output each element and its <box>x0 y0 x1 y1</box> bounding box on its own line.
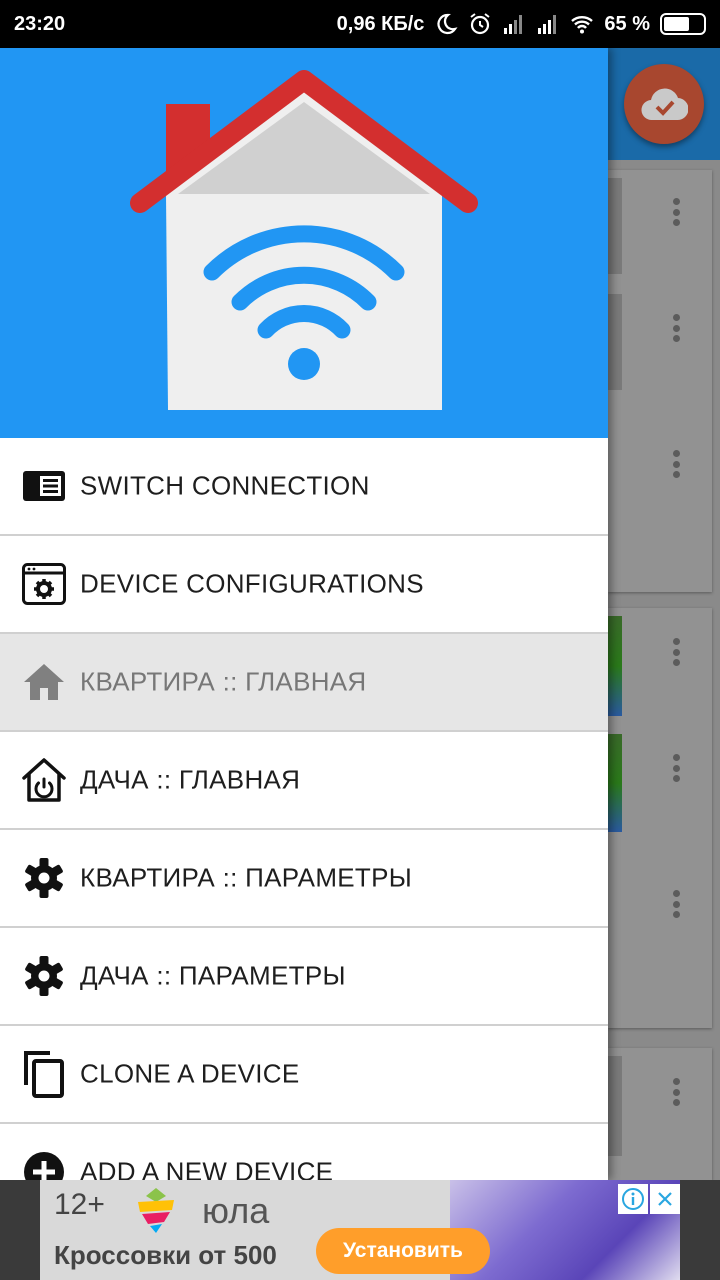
menu-item-switch-connection[interactable]: SWITCH CONNECTION <box>0 438 608 536</box>
ad-install-button[interactable]: Установить <box>316 1228 490 1274</box>
signal-icon-1 <box>504 15 523 34</box>
ad-banner[interactable]: 12+ юла Кроссовки от 500 Установить <box>40 1180 680 1280</box>
bg-card <box>608 170 712 592</box>
menu-item-apartment-main[interactable]: КВАРТИРА :: ГЛАВНАЯ <box>0 634 608 732</box>
bg-card-strip <box>608 734 622 832</box>
ad-age-rating: 12+ <box>54 1188 105 1221</box>
cloud-check-icon <box>641 88 688 121</box>
menu-item-device-configurations[interactable]: DEVICE CONFIGURATIONS <box>0 536 608 634</box>
bg-card <box>608 1048 712 1180</box>
more-options-icon[interactable] <box>664 1074 688 1110</box>
network-speed: 0,96 КБ/с <box>336 12 425 35</box>
signal-icon-2 <box>538 15 557 34</box>
copy-icon <box>20 1050 68 1098</box>
bottom-ad-area: 12+ юла Кроссовки от 500 Установить <box>0 1180 720 1280</box>
battery-fill <box>664 17 689 31</box>
status-bar: 23:20 0,96 КБ/с 65 % <box>0 0 720 48</box>
alarm-icon <box>470 13 491 35</box>
ad-close-icon[interactable] <box>650 1184 680 1214</box>
menu-item-label: КВАРТИРА :: ПАРАМЕТРЫ <box>80 862 413 893</box>
add-circle-icon <box>20 1148 68 1180</box>
drawer-menu: SWITCH CONNECTION DEVICE CONFIGURATIONS … <box>0 438 608 1180</box>
smart-home-logo-icon <box>130 70 478 410</box>
status-time: 23:20 <box>14 12 66 35</box>
gear-icon <box>20 952 68 1000</box>
menu-item-label: SWITCH CONNECTION <box>80 470 370 501</box>
more-options-icon[interactable] <box>664 634 688 670</box>
battery-percent: 65 % <box>604 12 650 35</box>
bg-card-strip <box>608 1056 622 1156</box>
bg-card-strip <box>608 616 622 716</box>
menu-item-add-device[interactable]: ADD A NEW DEVICE <box>0 1124 608 1180</box>
more-options-icon[interactable] <box>664 446 688 482</box>
more-options-icon[interactable] <box>664 310 688 346</box>
battery-icon <box>660 13 706 35</box>
gear-icon <box>20 854 68 902</box>
youla-logo-icon <box>138 1188 174 1233</box>
home-power-icon <box>20 756 68 804</box>
drawer-header <box>0 48 608 438</box>
menu-item-label: КВАРТИРА :: ГЛАВНАЯ <box>80 666 367 697</box>
navigation-drawer: SWITCH CONNECTION DEVICE CONFIGURATIONS … <box>0 48 608 1180</box>
bg-card <box>608 608 712 1028</box>
menu-item-label: DEVICE CONFIGURATIONS <box>80 568 424 599</box>
more-options-icon[interactable] <box>664 750 688 786</box>
home-icon <box>20 658 68 706</box>
menu-item-apartment-settings[interactable]: КВАРТИРА :: ПАРАМЕТРЫ <box>0 830 608 928</box>
menu-item-label: ДАЧА :: ПАРАМЕТРЫ <box>80 960 346 991</box>
bg-card-strip <box>608 294 622 390</box>
status-indicators: 0,96 КБ/с 65 % <box>337 12 706 36</box>
menu-item-clone-device[interactable]: CLONE A DEVICE <box>0 1026 608 1124</box>
menu-item-dacha-main[interactable]: ДАЧА :: ГЛАВНАЯ <box>0 732 608 830</box>
device-config-icon <box>20 560 68 608</box>
ad-info-icon[interactable] <box>618 1184 648 1214</box>
more-options-icon[interactable] <box>664 886 688 922</box>
more-options-icon[interactable] <box>664 194 688 230</box>
menu-item-dacha-settings[interactable]: ДАЧА :: ПАРАМЕТРЫ <box>0 928 608 1026</box>
menu-item-label: ADD A NEW DEVICE <box>80 1156 334 1181</box>
ad-brand: юла <box>202 1190 270 1231</box>
cloud-sync-button[interactable] <box>624 64 704 144</box>
switch-connection-icon <box>20 462 68 510</box>
menu-item-label: ДАЧА :: ГЛАВНАЯ <box>80 764 301 795</box>
ad-text: Кроссовки от 500 <box>54 1240 277 1270</box>
menu-item-label: CLONE A DEVICE <box>80 1058 300 1089</box>
moon-icon <box>437 13 458 35</box>
bg-card-strip <box>608 178 622 274</box>
wifi-icon <box>571 16 594 34</box>
